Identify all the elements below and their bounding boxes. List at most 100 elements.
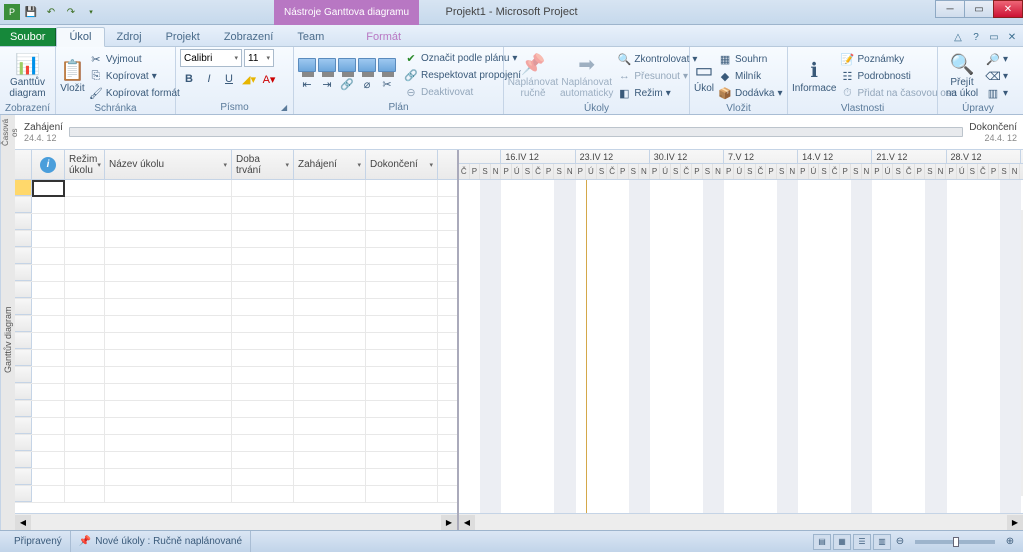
copy-button[interactable]: ⎘Kopírovat ▾	[87, 68, 182, 85]
duration-column-header[interactable]: Doba trvání▾	[232, 150, 294, 179]
progress-icons[interactable]	[298, 58, 396, 72]
mode-button[interactable]: ◧Režim ▾	[615, 85, 699, 102]
cut-button[interactable]: ✂Vyjmout	[87, 51, 182, 68]
milestone-button[interactable]: ◆Milník	[716, 68, 785, 85]
minimize-ribbon-icon[interactable]: △	[951, 30, 965, 44]
timeline-side-label[interactable]: Časová os	[0, 115, 15, 150]
table-row[interactable]	[15, 418, 457, 435]
font-size-selector[interactable]: 11▾	[244, 49, 274, 67]
mode-column-header[interactable]: Režim úkolu▾	[65, 150, 105, 179]
grid-body[interactable]	[15, 180, 457, 513]
table-row[interactable]	[15, 248, 457, 265]
move-button[interactable]: ↔Přesunout ▾	[615, 68, 699, 85]
table-row[interactable]	[15, 469, 457, 486]
paste-button[interactable]: 📋 Vložit	[60, 49, 85, 103]
task-button[interactable]: ▭ Úkol	[694, 49, 714, 103]
table-row[interactable]	[15, 231, 457, 248]
help-icon[interactable]: ?	[969, 30, 983, 44]
tab-projekt[interactable]: Projekt	[154, 28, 212, 46]
gantt-view-button[interactable]: 📊 Ganttův diagram	[4, 49, 51, 103]
unlink-button[interactable]: ⌀	[358, 75, 376, 93]
close-button[interactable]: ✕	[993, 0, 1023, 18]
auto-schedule-button[interactable]: ➡ Naplánovat automaticky	[560, 49, 613, 103]
file-tab[interactable]: Soubor	[0, 28, 56, 46]
font-selector[interactable]: Calibri▾	[180, 49, 242, 67]
status-new-tasks[interactable]: 📌 Nové úkoly : Ručně naplánované	[71, 531, 251, 552]
table-row[interactable]	[15, 452, 457, 469]
gantt-hscroll[interactable]: ◀ ▶	[459, 513, 1023, 530]
table-row[interactable]	[15, 180, 457, 197]
split-button[interactable]: ✂	[378, 75, 396, 93]
deliverable-button[interactable]: 📦Dodávka ▾	[716, 85, 785, 102]
grid-hscroll[interactable]: ◀ ▶	[15, 513, 457, 530]
view-sheet-button[interactable]: ▥	[873, 534, 891, 550]
manual-schedule-button[interactable]: 📌 Naplánovat ručně	[508, 49, 558, 103]
table-row[interactable]	[15, 214, 457, 231]
table-row[interactable]	[15, 401, 457, 418]
format-painter-button[interactable]: 🖌Kopírovat formát	[87, 85, 182, 102]
timeline-bar[interactable]	[69, 127, 963, 137]
indent-button[interactable]: ⇥	[318, 75, 336, 93]
tab-format[interactable]: Formát	[354, 28, 413, 46]
table-row[interactable]	[15, 384, 457, 401]
redo-icon[interactable]: ↷	[62, 3, 80, 21]
ribbon: 📊 Ganttův diagram Zobrazení 📋 Vložit ✂Vy…	[0, 47, 1023, 115]
table-row[interactable]	[15, 350, 457, 367]
outdent-button[interactable]: ⇤	[298, 75, 316, 93]
inspect-button[interactable]: 🔍Zkontrolovat ▾	[615, 51, 699, 68]
view-gantt-button[interactable]: ▤	[813, 534, 831, 550]
finish-column-header[interactable]: Dokončení▾	[366, 150, 438, 179]
information-button[interactable]: ℹ Informace	[792, 49, 836, 103]
link-button[interactable]: 🔗	[338, 75, 356, 93]
table-row[interactable]	[15, 367, 457, 384]
scroll-to-task-button[interactable]: 🔍 Přejít na úkol	[942, 49, 982, 103]
underline-button[interactable]: U	[220, 70, 238, 88]
scroll-right-icon[interactable]: ▶	[441, 515, 457, 530]
minimize-button[interactable]: ─	[935, 0, 965, 18]
find-button[interactable]: 🔎▾	[984, 51, 1010, 68]
close-doc-icon[interactable]: ✕	[1005, 30, 1019, 44]
view-team-button[interactable]: ☰	[853, 534, 871, 550]
clear-button[interactable]: ⌫▾	[984, 68, 1010, 85]
view-usage-button[interactable]: ▦	[833, 534, 851, 550]
zoom-out-button[interactable]: ⊖	[893, 536, 907, 547]
day-header-cell: Ú	[809, 164, 820, 179]
info-column-header[interactable]: i	[32, 150, 65, 179]
scroll-left-icon[interactable]: ◀	[15, 515, 31, 530]
fill-button[interactable]: ▥▾	[984, 85, 1010, 102]
table-row[interactable]	[15, 486, 457, 503]
table-row[interactable]	[15, 316, 457, 333]
tab-zobrazeni[interactable]: Zobrazení	[212, 28, 286, 46]
zoom-in-button[interactable]: ⊕	[1003, 536, 1017, 547]
font-color-button[interactable]: A▾	[260, 70, 278, 88]
fill-color-button[interactable]: ◢▾	[240, 70, 258, 88]
save-icon[interactable]: 💾	[22, 3, 40, 21]
check-icon: ✔	[404, 52, 418, 66]
table-row[interactable]	[15, 299, 457, 316]
italic-button[interactable]: I	[200, 70, 218, 88]
select-all-corner[interactable]	[15, 150, 32, 180]
gantt-side-label[interactable]: Ganttův diagram	[0, 150, 15, 530]
start-column-header[interactable]: Zahájení▾	[294, 150, 366, 179]
table-row[interactable]	[15, 197, 457, 214]
gantt-body[interactable]	[459, 180, 1023, 513]
gantt-scroll-right-icon[interactable]: ▶	[1007, 515, 1023, 530]
font-dialog-launcher[interactable]: ◢	[281, 103, 291, 113]
maximize-button[interactable]: ▭	[964, 0, 994, 18]
undo-icon[interactable]: ↶	[42, 3, 60, 21]
tab-ukol[interactable]: Úkol	[56, 27, 104, 47]
table-row[interactable]	[15, 265, 457, 282]
zoom-slider[interactable]	[915, 540, 995, 544]
qat-dropdown-icon[interactable]: ▾	[82, 3, 100, 21]
day-header-cell: P	[766, 164, 777, 179]
restore-window-icon[interactable]: ▭	[987, 30, 1001, 44]
table-row[interactable]	[15, 282, 457, 299]
tab-team[interactable]: Team	[285, 28, 336, 46]
summary-button[interactable]: ▦Souhrn	[716, 51, 785, 68]
tab-zdroj[interactable]: Zdroj	[105, 28, 154, 46]
table-row[interactable]	[15, 333, 457, 350]
table-row[interactable]	[15, 435, 457, 452]
gantt-scroll-left-icon[interactable]: ◀	[459, 515, 475, 530]
bold-button[interactable]: B	[180, 70, 198, 88]
name-column-header[interactable]: Název úkolu▾	[105, 150, 232, 179]
